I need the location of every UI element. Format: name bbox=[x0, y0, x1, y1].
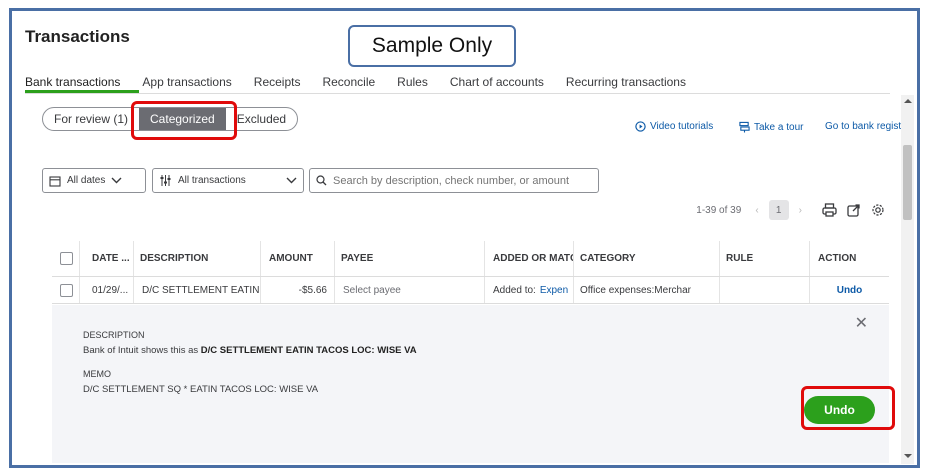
search-input[interactable] bbox=[333, 174, 588, 187]
row-added-or-matched: Added to: Expen bbox=[485, 277, 574, 303]
prev-page-icon[interactable]: ‹ bbox=[755, 205, 758, 216]
tab-recurring-transactions[interactable]: Recurring transactions bbox=[566, 73, 686, 95]
memo-value: D/C SETTLEMENT SQ * EATIN TACOS LOC: WIS… bbox=[83, 384, 319, 395]
transaction-type-dropdown[interactable]: All transactions bbox=[152, 168, 304, 193]
row-undo-link[interactable]: Undo bbox=[810, 277, 889, 303]
row-checkbox[interactable] bbox=[60, 283, 73, 297]
row-description: D/C SETTLEMENT EATIN T bbox=[134, 277, 261, 303]
scroll-up-arrow[interactable] bbox=[904, 99, 912, 103]
sample-only-text: Sample Only bbox=[371, 34, 493, 57]
vertical-scrollbar[interactable] bbox=[901, 95, 914, 464]
next-page-icon[interactable]: › bbox=[799, 205, 802, 216]
col-description[interactable]: DESCRIPTION bbox=[134, 241, 261, 276]
tabs-divider bbox=[25, 93, 890, 94]
row-category: Office expenses:Merchar bbox=[574, 277, 720, 303]
tab-app-transactions[interactable]: App transactions bbox=[142, 73, 231, 95]
row-date: 01/29/... bbox=[80, 277, 134, 303]
chevron-down-icon bbox=[286, 177, 297, 184]
for-review-tab[interactable]: For review (1) bbox=[43, 108, 139, 130]
signpost-icon bbox=[739, 121, 750, 133]
gear-icon[interactable] bbox=[871, 203, 885, 217]
tab-rules[interactable]: Rules bbox=[397, 73, 428, 95]
tab-chart-of-accounts[interactable]: Chart of accounts bbox=[450, 73, 544, 95]
description-value: D/C SETTLEMENT EATIN TACOS LOC: WISE VA bbox=[200, 345, 417, 356]
tab-receipts[interactable]: Receipts bbox=[254, 73, 301, 95]
date-filter-value: All dates bbox=[67, 175, 106, 186]
col-amount[interactable]: AMOUNT bbox=[261, 241, 335, 276]
print-icon[interactable] bbox=[822, 203, 837, 217]
search-box[interactable] bbox=[309, 168, 599, 193]
row-select-cell bbox=[52, 277, 80, 303]
sample-only-label: Sample Only bbox=[348, 25, 516, 67]
page-title: Transactions bbox=[25, 27, 130, 46]
play-circle-icon bbox=[635, 121, 646, 132]
col-date[interactable]: DATE ... bbox=[80, 241, 134, 276]
col-added-or-matched[interactable]: ADDED OR MATC bbox=[485, 241, 574, 276]
scroll-thumb[interactable] bbox=[903, 145, 912, 220]
screenshot-frame: Transactions Sample Only Bank transactio… bbox=[9, 8, 920, 468]
col-action: ACTION bbox=[818, 253, 857, 264]
date-filter-dropdown[interactable]: All dates bbox=[42, 168, 146, 193]
pagination-range: 1-39 of 39 bbox=[696, 204, 742, 216]
current-page-button[interactable]: 1 bbox=[768, 200, 789, 220]
go-to-bank-register-link[interactable]: Go to bank register bbox=[825, 121, 910, 132]
scroll-down-arrow[interactable] bbox=[904, 454, 912, 458]
tab-reconcile[interactable]: Reconcile bbox=[322, 73, 375, 95]
close-icon[interactable]: ✕ bbox=[855, 313, 868, 333]
row-amount: -$5.66 bbox=[261, 277, 335, 303]
search-icon bbox=[316, 175, 327, 186]
export-icon[interactable] bbox=[847, 203, 861, 217]
memo-label: MEMO bbox=[83, 369, 111, 379]
select-all-checkbox[interactable] bbox=[60, 252, 73, 265]
description-text: Bank of Intuit shows this as D/C SETTLEM… bbox=[83, 345, 417, 356]
added-to-link[interactable]: Expen bbox=[540, 285, 568, 296]
table-row[interactable]: 01/29/... D/C SETTLEMENT EATIN T -$5.66 … bbox=[52, 277, 889, 304]
undo-button-highlight bbox=[801, 386, 895, 430]
row-rule bbox=[720, 277, 810, 303]
bank-transactions-panel: For review (1) Categorized Excluded Vide… bbox=[41, 96, 910, 463]
categorized-highlight bbox=[131, 101, 237, 140]
take-a-tour-link[interactable]: Take a tour bbox=[739, 121, 803, 133]
video-tutorials-link[interactable]: Video tutorials bbox=[635, 121, 713, 132]
description-prefix: Bank of Intuit shows this as bbox=[83, 345, 201, 356]
table-header: DATE ... DESCRIPTION AMOUNT PAYEE ADDED … bbox=[52, 241, 889, 277]
row-payee[interactable]: Select payee bbox=[335, 277, 485, 303]
description-label: DESCRIPTION bbox=[83, 330, 145, 340]
added-to-label: Added to: bbox=[493, 284, 536, 296]
col-payee[interactable]: PAYEE bbox=[335, 241, 485, 276]
transaction-type-value: All transactions bbox=[178, 175, 246, 186]
calendar-icon bbox=[49, 175, 61, 187]
chevron-down-icon bbox=[111, 177, 122, 184]
transaction-detail-panel: ✕ DESCRIPTION Bank of Intuit shows this … bbox=[52, 305, 889, 463]
select-all-cell bbox=[52, 241, 80, 276]
filter-sliders-icon bbox=[160, 175, 171, 186]
col-category[interactable]: CATEGORY bbox=[574, 241, 720, 276]
pagination-bar: 1-39 of 39 ‹ 1 › bbox=[696, 197, 885, 223]
col-rule[interactable]: RULE bbox=[720, 241, 810, 276]
